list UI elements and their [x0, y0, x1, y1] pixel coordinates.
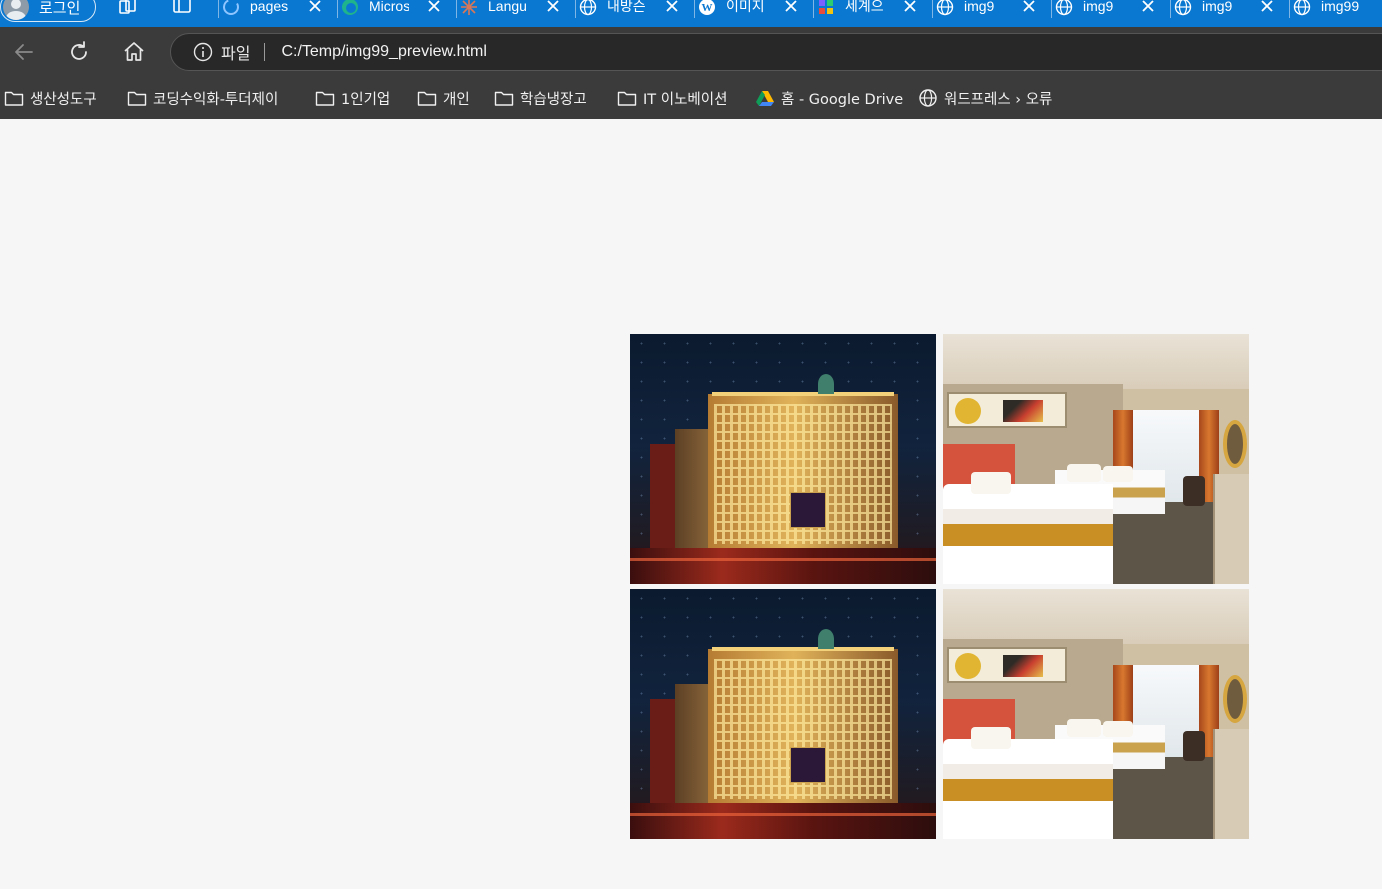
close-icon[interactable] — [1022, 0, 1036, 13]
tab-separator — [1170, 0, 1171, 18]
bookmark-label: 홈 - Google Drive — [781, 91, 904, 108]
globe-icon — [936, 0, 954, 16]
tab-separator — [337, 0, 338, 18]
page-content — [0, 119, 1382, 889]
svg-text:W: W — [702, 2, 713, 14]
tab-6[interactable]: 세계으 — [813, 0, 916, 20]
info-icon[interactable] — [193, 42, 213, 62]
folder-icon — [617, 91, 637, 106]
close-icon[interactable] — [427, 0, 441, 13]
globe-icon — [579, 0, 597, 16]
tab-separator — [932, 0, 933, 18]
tab-title: img9 — [964, 0, 995, 14]
home-icon[interactable] — [121, 39, 147, 65]
tab-title: Micros — [369, 0, 409, 14]
app-icon — [817, 0, 835, 16]
close-icon[interactable] — [784, 0, 798, 13]
tab-title: Langu — [488, 0, 527, 14]
profile-label: 로그인 — [39, 0, 81, 17]
url-text[interactable]: C:/Temp/img99_preview.html — [281, 43, 486, 61]
bookmark-label: IT 이노베이션 — [643, 91, 728, 108]
hotel-exterior-image — [630, 334, 936, 584]
tab-title: img9 — [1083, 0, 1114, 14]
bookmark-folder-learning[interactable]: 학습냉장고 — [494, 87, 587, 109]
hotel-exterior-image — [630, 589, 936, 839]
globe-icon — [1055, 0, 1073, 16]
tab-separator — [218, 0, 219, 18]
hotel-room-image — [943, 589, 1249, 839]
close-icon[interactable] — [1260, 0, 1274, 13]
address-bar[interactable]: 파일 C:/Temp/img99_preview.html — [170, 33, 1382, 71]
tab-title: img9 — [1202, 0, 1233, 14]
folder-icon — [4, 91, 24, 106]
hotel-room-image — [943, 334, 1249, 584]
bookmark-folder-coding[interactable]: 코딩수익화-투더제이 — [127, 87, 278, 109]
bookmark-label: 코딩수익화-투더제이 — [153, 91, 279, 108]
close-icon[interactable] — [903, 0, 917, 13]
tab-strip: 로그인 pages Micros Langu 내방슨 W 이미지 세계으 img… — [0, 0, 1382, 27]
close-icon[interactable] — [1141, 0, 1155, 13]
tab-3[interactable]: Langu — [456, 0, 559, 20]
edge-icon — [341, 0, 359, 16]
bookmark-folder-productivity[interactable]: 생산성도구 — [4, 87, 97, 109]
tab-actions-icon[interactable] — [171, 0, 193, 16]
claude-star-icon — [460, 0, 478, 16]
folder-icon — [494, 91, 514, 106]
person-avatar-icon — [3, 0, 29, 20]
wordpress-icon: W — [698, 0, 716, 16]
bookmark-label: 워드프레스 › 오류 — [944, 91, 1053, 108]
close-icon[interactable] — [665, 0, 679, 13]
tab-separator — [1051, 0, 1052, 18]
workspaces-icon[interactable] — [117, 0, 139, 16]
globe-icon — [1174, 0, 1192, 16]
tab-8[interactable]: img9 — [1051, 0, 1154, 20]
bookmark-label: 생산성도구 — [30, 91, 97, 108]
tab-9[interactable]: img9 — [1170, 0, 1273, 20]
tab-title: 이미지 — [726, 0, 765, 14]
bookmark-wordpress-error[interactable]: 워드프레스 › 오류 — [918, 87, 1052, 109]
close-icon[interactable] — [546, 0, 560, 13]
tab-2[interactable]: Micros — [337, 0, 440, 20]
refresh-icon[interactable] — [66, 39, 92, 65]
bookmark-label: 학습냉장고 — [520, 91, 587, 108]
image-grid — [630, 334, 1249, 839]
bookmark-folder-personal[interactable]: 개인 — [417, 87, 470, 109]
tab-7[interactable]: img9 — [932, 0, 1035, 20]
close-icon[interactable] — [308, 0, 322, 13]
tab-separator — [456, 0, 457, 18]
bookmarks-bar: 생산성도구 코딩수익화-투더제이 1인기업 개인 학습냉장고 IT 이노베이션 … — [0, 77, 1382, 119]
folder-icon — [127, 91, 147, 106]
bookmark-folder-solo[interactable]: 1인기업 — [315, 87, 390, 109]
globe-icon — [919, 89, 937, 107]
browser-toolbar: 파일 C:/Temp/img99_preview.html — [0, 27, 1382, 77]
folder-icon — [417, 91, 437, 106]
tab-separator — [694, 0, 695, 18]
bookmark-label: 1인기업 — [341, 91, 391, 108]
tab-4[interactable]: 내방슨 — [575, 0, 678, 20]
tab-title: img99 — [1321, 0, 1360, 14]
tab-separator — [1289, 0, 1290, 18]
address-divider — [264, 43, 266, 61]
tab-title: pages — [250, 0, 289, 14]
globe-icon — [1293, 0, 1311, 16]
back-icon[interactable] — [11, 39, 37, 65]
bookmark-label: 개인 — [443, 91, 470, 108]
bookmark-folder-it[interactable]: IT 이노베이션 — [617, 87, 727, 109]
profile-button[interactable]: 로그인 — [0, 0, 96, 22]
folder-icon — [315, 91, 335, 106]
bookmark-google-drive[interactable]: 홈 - Google Drive — [755, 87, 903, 109]
tab-5[interactable]: W 이미지 — [694, 0, 797, 20]
tab-separator — [813, 0, 814, 18]
tab-title: 내방슨 — [607, 0, 646, 14]
tab-10[interactable]: img99 — [1289, 0, 1361, 20]
tab-1[interactable]: pages — [218, 0, 321, 20]
tab-separator — [575, 0, 576, 18]
scheme-label[interactable]: 파일 — [221, 40, 250, 64]
tab-title: 세계으 — [845, 0, 884, 14]
google-drive-icon — [756, 91, 774, 106]
github-icon — [222, 0, 240, 16]
